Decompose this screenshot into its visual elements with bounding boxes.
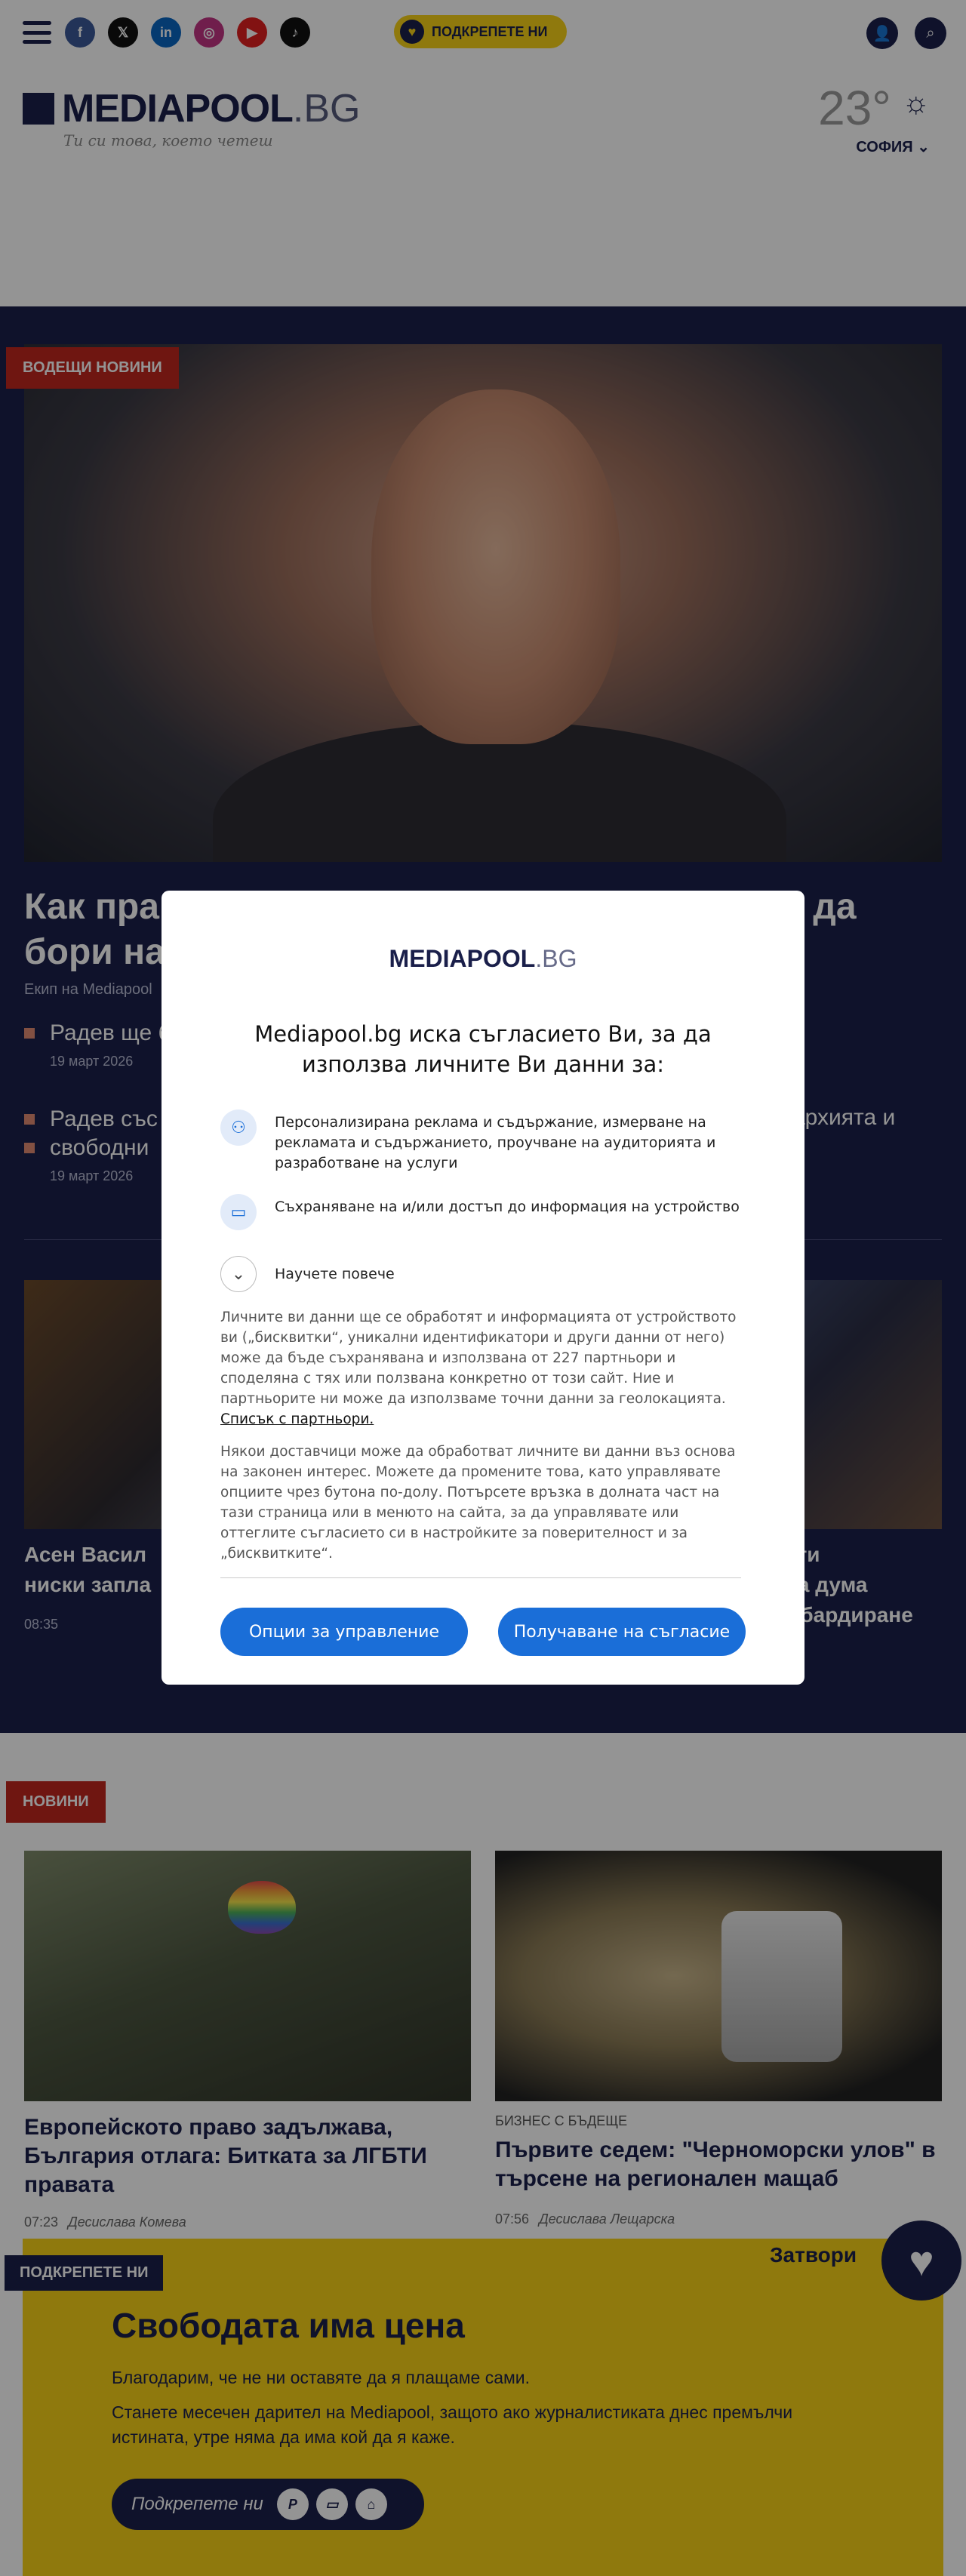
consent-logo: MEDIAPOOL.BG <box>162 945 804 973</box>
chevron-down-icon[interactable]: ⌄ <box>220 1256 257 1292</box>
manage-options-button[interactable]: Опции за управление <box>220 1608 468 1656</box>
person-icon: ⚇ <box>220 1109 257 1146</box>
dialog-divider <box>220 1577 741 1578</box>
consent-dialog: MEDIAPOOL.BG Mediapool.bg иска съгласиет… <box>162 891 804 1685</box>
consent-paragraph-text: Личните ви данни ще се обработят и инфор… <box>220 1310 737 1407</box>
devices-icon: ▭ <box>220 1194 257 1230</box>
purpose-text: Персонализирана реклама и съдържание, из… <box>275 1114 716 1171</box>
consent-paragraph: Някои доставчици може да обработват личн… <box>220 1444 736 1562</box>
learn-more-toggle[interactable]: ⌄ Научете повече <box>220 1256 749 1292</box>
partners-link[interactable]: Списък с партньори. <box>220 1411 374 1427</box>
consent-button[interactable]: Получаване на съгласие <box>498 1608 746 1656</box>
purpose-item: ⚇ Персонализирана реклама и съдържание, … <box>220 1109 749 1174</box>
consent-logo-tld: .BG <box>535 945 577 972</box>
consent-paragraph: Личните ви данни ще се обработят и инфор… <box>220 1307 741 1430</box>
learn-more-label: Научете повече <box>275 1265 395 1282</box>
consent-heading: Mediapool.bg иска съгласието Ви, за да и… <box>254 1021 712 1077</box>
consent-logo-name: MEDIAPOOL <box>389 945 536 972</box>
purpose-text: Съхраняване на и/или достъп до информаци… <box>275 1199 740 1215</box>
purpose-item: ▭ Съхраняване на и/или достъп до информа… <box>220 1194 749 1230</box>
